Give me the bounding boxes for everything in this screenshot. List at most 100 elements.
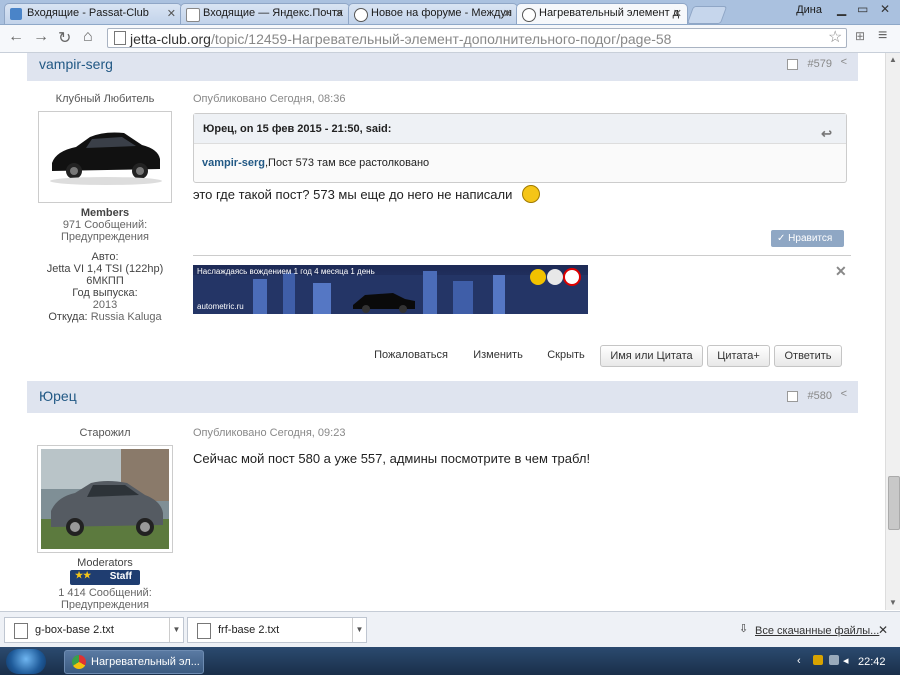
avatar[interactable] — [37, 445, 173, 553]
banner-text: Наслаждаясь вождением 1 год 4 месяца 1 д… — [197, 267, 375, 276]
tab-label: Новое на форуме - Междун — [371, 7, 512, 19]
maximize-icon[interactable]: ▭ — [857, 2, 868, 16]
car-photo — [41, 449, 169, 549]
mail-icon — [10, 8, 22, 20]
user-group: Moderators — [77, 557, 133, 569]
banner-site: autometric.ru — [197, 302, 244, 311]
quote-body: vampir-serg,Пост 573 там все растолкован… — [194, 144, 846, 169]
edit-button[interactable]: Изменить — [465, 345, 531, 367]
new-tab-button[interactable] — [686, 6, 728, 24]
vw-logo-icon — [354, 8, 368, 22]
multiquote-button[interactable]: Цитата+ — [707, 345, 770, 367]
post-author-link[interactable]: vampir-serg — [39, 56, 113, 72]
select-post-checkbox[interactable] — [787, 391, 798, 402]
browser-toolbar: ← → ↻ ⌂ jetta-club.org/topic/12459-Нагре… — [0, 25, 900, 53]
close-signature-icon[interactable]: ✕ — [835, 263, 847, 280]
all-downloads-link[interactable]: Все скачанные файлы... — [755, 625, 879, 637]
check-icon: ✓ — [777, 233, 786, 244]
tab-forum-news[interactable]: Новое на форуме - Междун ✕ — [348, 3, 518, 24]
downloads-bar: g-box-base 2.txt ▼ frf-base 2.txt ▼ ⇩ Вс… — [0, 611, 900, 648]
vw-logo-icon — [522, 8, 536, 22]
taskbar-chrome-item[interactable]: Нагревательный эл... — [64, 650, 204, 674]
chevron-down-icon[interactable]: ▼ — [169, 618, 183, 642]
extension-icon[interactable]: ⊞ — [855, 29, 865, 43]
from-value: Russia Kaluga — [90, 311, 162, 323]
minimize-icon[interactable]: ▁ — [837, 2, 846, 16]
bookmark-star-icon[interactable]: ☆ — [828, 27, 842, 47]
tab-passat-inbox[interactable]: Входящие - Passat-Club ✕ — [4, 3, 182, 24]
select-post-checkbox[interactable] — [787, 59, 798, 70]
share-icon[interactable]: < — [841, 56, 847, 68]
quote-link-icon[interactable]: ↩ — [821, 126, 832, 142]
start-button[interactable] — [6, 649, 46, 674]
post-header: vampir-serg #579 < — [27, 53, 858, 81]
post-body: Сейчас мой пост 580 а уже 557, админы по… — [193, 451, 591, 466]
download-filename: g-box-base 2.txt — [35, 624, 114, 636]
tab-heating-element[interactable]: Нагревательный элемент д ✕ — [516, 3, 688, 24]
menu-icon[interactable]: ≡ — [878, 27, 887, 45]
scroll-up-icon[interactable]: ▲ — [889, 55, 897, 64]
quote-header: Юрец, on 15 фев 2015 - 21:50, said: ↩ — [194, 114, 846, 144]
quote-block: Юрец, on 15 фев 2015 - 21:50, said: ↩ va… — [193, 113, 847, 183]
quote-attribution: Юрец, on 15 фев 2015 - 21:50, said: — [203, 123, 392, 135]
share-icon[interactable]: < — [841, 388, 847, 400]
avatar[interactable] — [38, 111, 172, 203]
post-date: Опубликовано Сегодня, 09:23 — [193, 427, 346, 439]
tray-app-icon[interactable] — [813, 655, 823, 665]
close-icon[interactable]: ✕ — [673, 7, 682, 20]
warnings-link[interactable]: Предупреждения — [27, 231, 183, 243]
like-label: Нравится — [788, 233, 833, 244]
chrome-icon — [72, 655, 86, 669]
year-value: 2013 — [92, 299, 118, 311]
post-text: это где такой пост? 573 мы еще до него н… — [193, 187, 513, 202]
network-icon[interactable] — [829, 655, 839, 665]
close-icon[interactable]: ✕ — [167, 7, 176, 20]
post-number[interactable]: #579 — [808, 58, 832, 70]
close-downloads-icon[interactable]: ✕ — [878, 623, 888, 637]
forward-icon[interactable]: → — [33, 28, 49, 46]
post-author-link[interactable]: Юрец — [39, 388, 77, 404]
tab-label: Входящие - Passat-Club — [27, 7, 149, 19]
chevron-down-icon[interactable]: ▼ — [352, 618, 366, 642]
tray-expand-icon[interactable]: ‹ — [797, 655, 801, 667]
tab-label: Нагревательный элемент д — [539, 7, 680, 19]
taskbar-item-label: Нагревательный эл... — [91, 656, 200, 668]
window-close-icon[interactable]: ✕ — [880, 2, 890, 16]
download-item[interactable]: frf-base 2.txt ▼ — [187, 617, 367, 643]
close-icon[interactable]: ✕ — [503, 7, 512, 20]
post-date: Опубликовано Сегодня, 08:36 — [193, 93, 346, 105]
stars-icon: ★★ — [75, 570, 92, 580]
file-icon — [197, 623, 211, 639]
name-or-quote-button[interactable]: Имя или Цитата — [600, 345, 703, 367]
profile-name[interactable]: Дина — [796, 4, 822, 16]
like-button[interactable]: ✓ Нравится — [771, 230, 844, 247]
clock[interactable]: 22:42 — [858, 656, 886, 668]
laughing-smiley-icon — [522, 185, 541, 203]
signature-banner[interactable]: Наслаждаясь вождением 1 год 4 месяца 1 д… — [193, 265, 588, 314]
scroll-thumb[interactable] — [888, 476, 900, 530]
reload-icon[interactable]: ↻ — [58, 28, 71, 48]
hide-button[interactable]: Скрыть — [540, 345, 592, 367]
back-icon[interactable]: ← — [8, 28, 24, 46]
message-count: 1 414 Сообщений: — [58, 587, 152, 599]
tab-yandex-mail[interactable]: Входящие — Яндекс.Почта ✕ — [180, 3, 350, 24]
scroll-down-icon[interactable]: ▼ — [889, 598, 897, 607]
close-icon[interactable]: ✕ — [335, 7, 344, 20]
download-item[interactable]: g-box-base 2.txt ▼ — [4, 617, 184, 643]
quote-author-link[interactable]: vampir-serg — [202, 157, 265, 169]
message-count: 971 Сообщений: — [62, 219, 148, 231]
signature-divider — [193, 255, 851, 256]
author-info: Старожил Moderators ★★ Staff 1 414 Сообщ… — [27, 427, 183, 610]
post-number[interactable]: #580 — [808, 390, 832, 402]
report-button[interactable]: Пожаловаться — [366, 345, 456, 367]
address-bar[interactable]: jetta-club.org/topic/12459-Нагревательны… — [107, 28, 847, 48]
user-title: Клубный Любитель — [55, 93, 155, 105]
quote-text: ,Пост 573 там все растолковано — [264, 157, 430, 169]
tab-strip: Входящие - Passat-Club ✕ Входящие — Янде… — [0, 0, 900, 25]
volume-icon[interactable]: ◂ — [843, 654, 849, 667]
warnings-link[interactable]: Предупреждения — [27, 599, 183, 610]
reply-button[interactable]: Ответить — [774, 345, 842, 367]
home-icon[interactable]: ⌂ — [83, 28, 93, 46]
page-scrollbar[interactable]: ▲ ▼ — [885, 53, 900, 610]
from-label: Откуда: — [48, 311, 88, 323]
